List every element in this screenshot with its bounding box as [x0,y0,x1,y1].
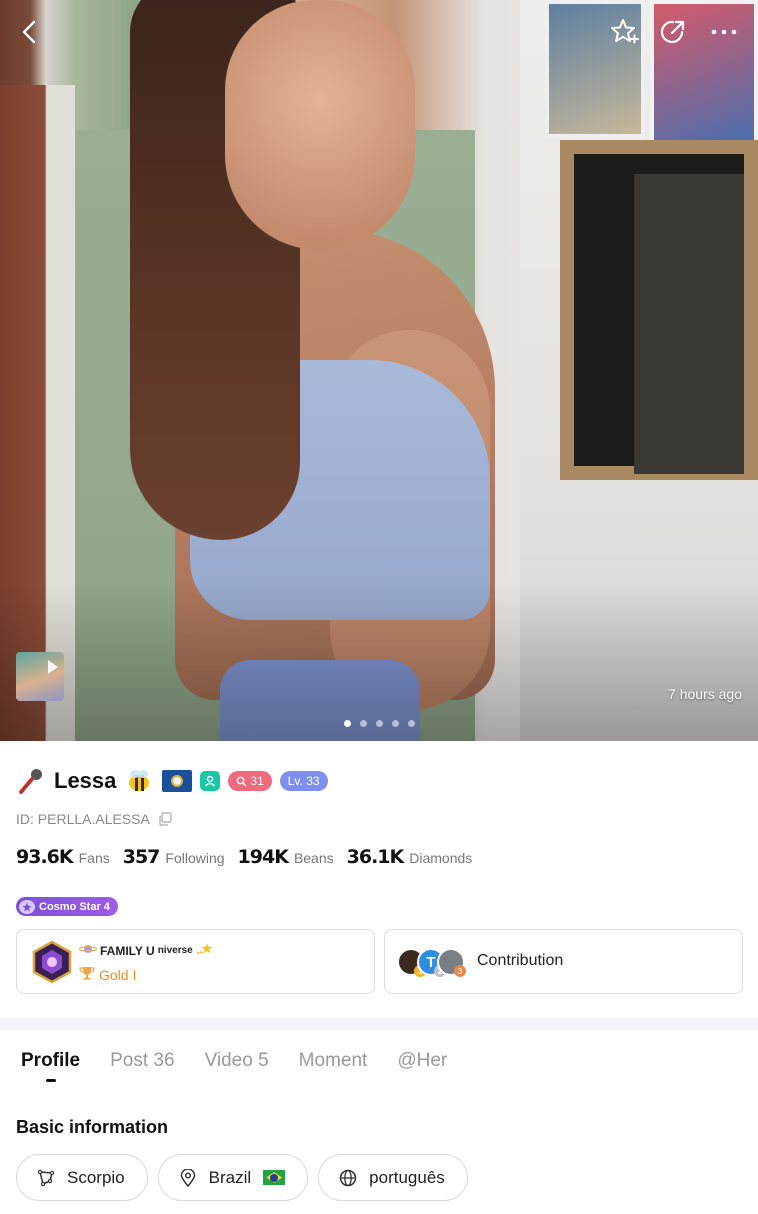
tab-video[interactable]: Video 5 [205,1050,269,1072]
family-card[interactable]: FAMILY Universe Gold I [16,929,375,994]
tab-profile[interactable]: Profile [21,1050,80,1072]
copy-icon[interactable] [158,812,172,826]
fans-club-count: 31 [250,774,264,788]
fans-label[interactable]: Fans [79,850,110,866]
zodiac-icon [37,1169,55,1187]
tab-post[interactable]: Post 36 [110,1050,174,1072]
profile-stats: 93.6K Fans 357 Following 194K Beans 36.1… [16,846,479,868]
microphone-icon [16,766,46,796]
carousel-dot [360,720,367,727]
zodiac-label: Scorpio [67,1167,125,1187]
profile-tabs: Profile Post 36 Video 5 Moment @Her [21,1050,447,1072]
flag-icon [162,770,193,792]
basic-info-chips: Scorpio Brazil português [16,1154,468,1201]
beans-count: 194K [237,846,289,868]
contributor-avatars: 1 T2 3 [397,948,473,978]
planet-icon [78,943,98,958]
diamonds-count: 36.1K [346,846,405,868]
carousel-indicator [344,720,415,727]
section-divider [0,1018,758,1030]
beans-label: Beans [293,850,334,866]
location-label: Brazil [208,1167,252,1187]
contribution-label: Contribution [477,952,564,969]
brazil-flag-icon [263,1170,286,1185]
family-name-prefix: FAMILY U [100,943,155,958]
family-name: FAMILY Universe [78,942,214,959]
dizzy-star-icon [196,942,214,959]
carousel-dot [376,720,383,727]
carousel-dot [408,720,415,727]
tab-mentions[interactable]: @Her [397,1050,447,1072]
language-label: português [369,1167,445,1187]
basic-info-title: Basic information [16,1117,169,1137]
post-time: 7 hours ago [668,686,742,702]
family-level: Gold I [79,966,136,983]
level-badge: Lv. 33 [279,771,328,791]
family-name-sup: niverse [157,945,193,956]
star-add-icon[interactable] [606,14,642,50]
carousel-dot [392,720,399,727]
search-icon [236,776,247,786]
globe-icon [339,1169,357,1187]
fans-count[interactable]: 93.6K [16,846,74,868]
bee-icon [124,766,154,796]
location-chip[interactable]: Brazil [157,1154,309,1201]
contribution-card[interactable]: 1 T2 3 Contribution [384,929,743,994]
language-chip[interactable]: português [318,1154,468,1201]
user-id: ID: PERLLA.ALESSA [16,811,150,827]
photo-shade [0,581,758,741]
play-icon [48,660,58,674]
video-thumbnail[interactable] [16,652,64,701]
fans-club-badge: 31 [228,771,272,791]
location-icon [179,1168,197,1187]
back-icon[interactable] [12,14,48,50]
user-id-row: ID: PERLLA.ALESSA [16,811,172,827]
user-badge-icon [200,771,221,791]
profile-photo[interactable] [0,0,758,741]
carousel-dot [344,720,351,727]
family-emblem-icon [32,941,72,983]
profile-header: Lessa 31 Lv. 33 [16,764,328,798]
share-icon[interactable] [655,14,691,50]
photo-subject-face [225,0,415,250]
more-icon[interactable] [706,14,742,50]
photo-window-frame [560,140,758,480]
cosmo-star-badge[interactable]: Cosmo Star 4 [16,897,118,916]
cosmo-star-icon [19,899,35,914]
profile-name: Lessa [54,768,117,793]
tab-moment[interactable]: Moment [299,1050,368,1072]
family-level-label: Gold I [99,966,137,983]
avatar: 3 [437,948,466,977]
following-label[interactable]: Following [165,850,224,866]
following-count[interactable]: 357 [123,846,161,868]
trophy-icon [79,966,95,983]
cosmo-star-label: Cosmo Star 4 [39,900,110,913]
zodiac-chip[interactable]: Scorpio [16,1154,148,1201]
diamonds-label: Diamonds [409,850,473,866]
